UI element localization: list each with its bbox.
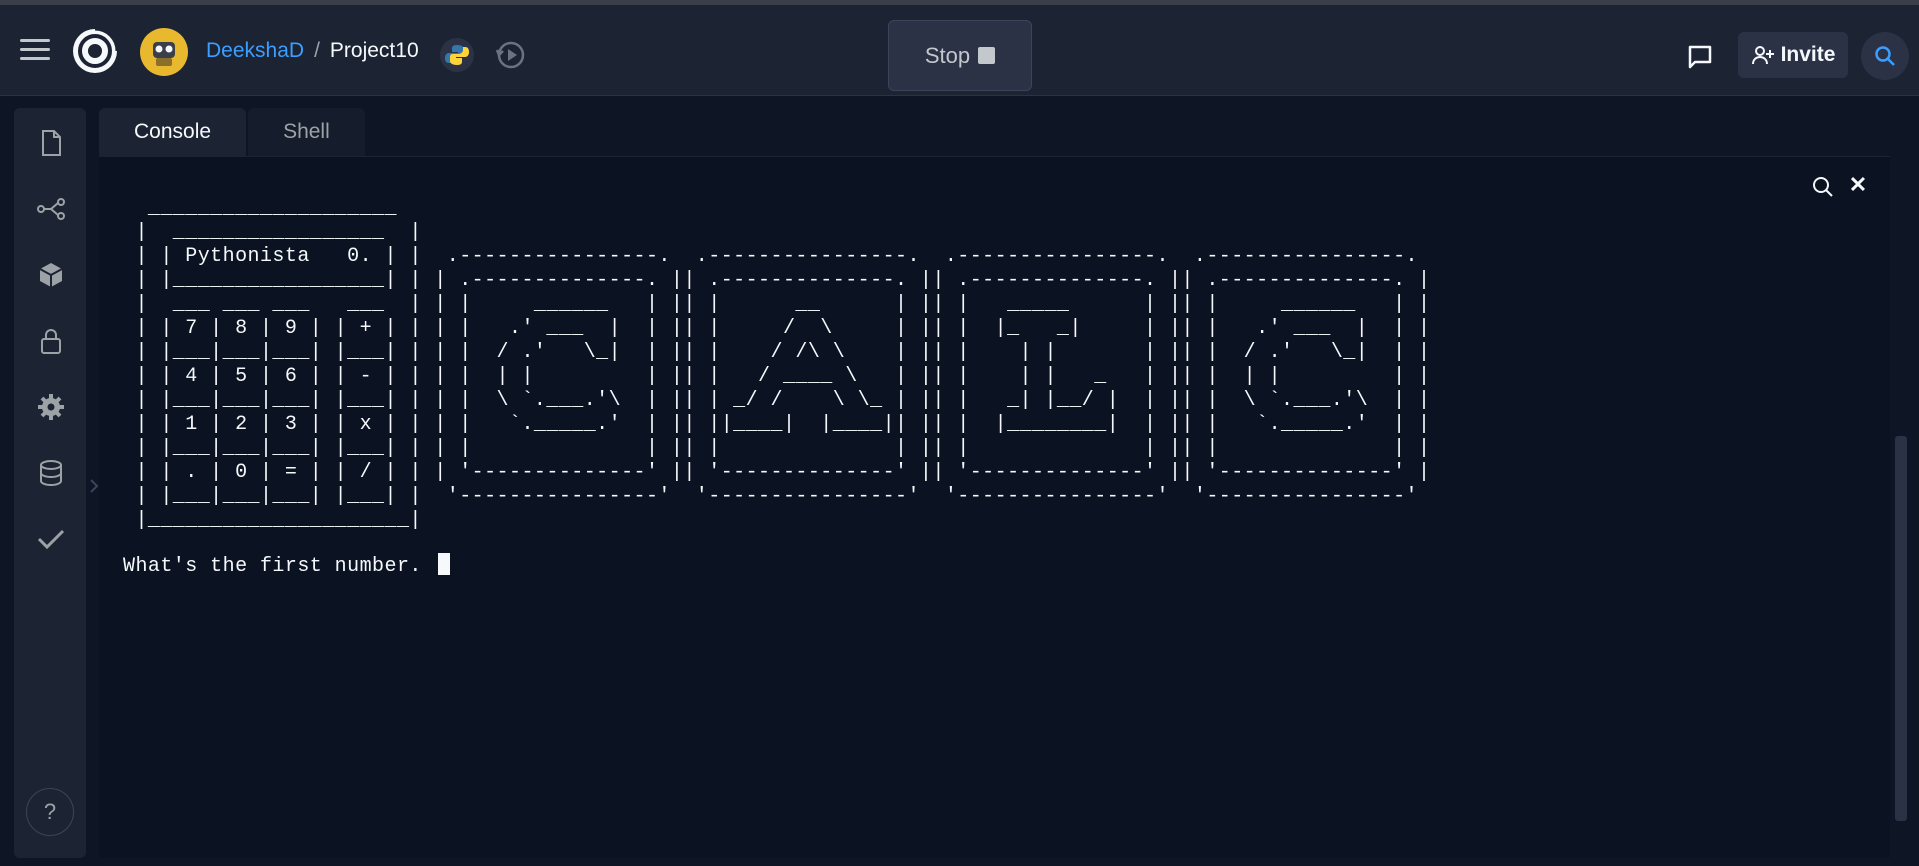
menu-icon[interactable] xyxy=(20,39,50,61)
scrollbar-thumb[interactable] xyxy=(1895,436,1907,821)
python-language-icon[interactable] xyxy=(440,38,474,72)
tab-console[interactable]: Console xyxy=(99,108,247,156)
text-cursor xyxy=(438,553,451,575)
invite-button[interactable]: Invite xyxy=(1738,32,1848,78)
search-button[interactable] xyxy=(1861,32,1909,80)
close-icon[interactable]: ✕ xyxy=(1847,173,1869,197)
database-icon[interactable] xyxy=(36,458,66,488)
ascii-art-output: ____________________ | _________________… xyxy=(135,197,1431,532)
console-scrollbar[interactable] xyxy=(1890,156,1911,858)
breadcrumb-project-name[interactable]: Project10 xyxy=(330,39,419,63)
add-user-icon xyxy=(1751,46,1774,65)
breadcrumb-user-link[interactable]: DeekshaD xyxy=(206,39,304,63)
console-output-area[interactable]: ✕ ____________________ | _______________… xyxy=(99,156,1890,858)
tool-sidebar: ? xyxy=(14,108,86,858)
chat-icon[interactable] xyxy=(1686,43,1714,71)
robot-avatar-icon xyxy=(153,42,175,66)
tab-shell[interactable]: Shell xyxy=(248,108,365,156)
console-panel: Console Shell ✕ ____________________ | _… xyxy=(99,108,1911,858)
console-prompt-text: What's the first number. xyxy=(123,555,435,578)
history-replay-icon[interactable] xyxy=(494,38,528,72)
workspace-header: DeekshaD / Project10 Stop Invite xyxy=(0,5,1919,96)
stop-button[interactable]: Stop xyxy=(888,20,1032,91)
stop-square-icon xyxy=(978,47,996,64)
panel-tabs: Console Shell xyxy=(99,108,365,156)
git-branch-icon[interactable] xyxy=(36,194,66,224)
replit-logo-icon[interactable] xyxy=(71,27,119,75)
secrets-lock-icon[interactable] xyxy=(36,326,66,356)
help-button[interactable]: ? xyxy=(26,788,74,836)
check-icon[interactable] xyxy=(36,524,66,554)
breadcrumb-separator: / xyxy=(314,39,320,62)
invite-button-label: Invite xyxy=(1780,43,1836,66)
file-icon[interactable] xyxy=(36,128,66,158)
settings-gear-icon[interactable] xyxy=(36,392,66,422)
avatar[interactable] xyxy=(140,28,188,76)
console-prompt-line[interactable]: What's the first number. xyxy=(123,553,451,579)
search-icon xyxy=(1875,46,1895,66)
breadcrumb: DeekshaD / Project10 xyxy=(206,39,419,63)
packages-icon[interactable] xyxy=(36,260,66,290)
stop-button-label: Stop xyxy=(924,42,971,68)
console-search-icon[interactable] xyxy=(1811,175,1835,199)
